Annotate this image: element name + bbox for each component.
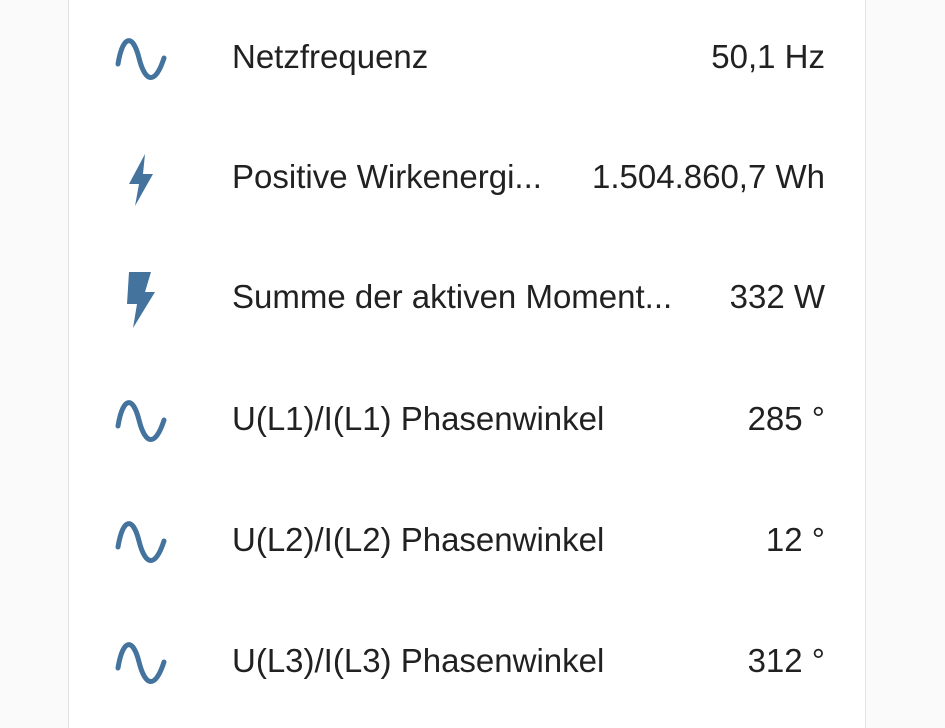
entity-value: 12 ° bbox=[765, 521, 825, 558]
entity-value: 1.504.860,7 Wh bbox=[592, 158, 825, 195]
sine-wave-icon bbox=[109, 28, 173, 92]
entity-name: Netzfrequenz bbox=[232, 38, 429, 75]
sine-wave-icon bbox=[109, 390, 173, 454]
entity-row-phasenwinkel-l2[interactable]: U(L2)/I(L2) Phasenwinkel 12 ° bbox=[69, 481, 865, 601]
flash-bold-icon bbox=[109, 268, 173, 332]
entity-value: 312 ° bbox=[747, 642, 825, 679]
entity-value: 332 W bbox=[729, 278, 825, 315]
entity-row-netzfrequenz[interactable]: Netzfrequenz 50,1 Hz bbox=[69, 0, 865, 118]
entity-name: U(L1)/I(L1) Phasenwinkel bbox=[232, 400, 605, 437]
sine-wave-icon bbox=[109, 632, 173, 696]
entity-value: 50,1 Hz bbox=[711, 38, 825, 75]
flash-icon bbox=[109, 148, 173, 212]
entity-row-phasenwinkel-l1[interactable]: U(L1)/I(L1) Phasenwinkel 285 ° bbox=[69, 360, 865, 480]
entity-name: U(L2)/I(L2) Phasenwinkel bbox=[232, 521, 605, 558]
entities-card: Netzfrequenz 50,1 Hz Positive Wirkenergi… bbox=[68, 0, 866, 728]
entity-row-positive-wirkenergie[interactable]: Positive Wirkenergi... 1.504.860,7 Wh bbox=[69, 118, 865, 238]
entity-name: Positive Wirkenergi... bbox=[232, 158, 542, 195]
entity-row-summe-momentanleistung[interactable]: Summe der aktiven Moment... 332 W bbox=[69, 238, 865, 358]
sine-wave-icon bbox=[109, 511, 173, 575]
entity-value: 285 ° bbox=[747, 400, 825, 437]
entity-row-phasenwinkel-l3[interactable]: U(L3)/I(L3) Phasenwinkel 312 ° bbox=[69, 602, 865, 722]
entity-name: U(L3)/I(L3) Phasenwinkel bbox=[232, 642, 605, 679]
entity-name: Summe der aktiven Moment... bbox=[232, 278, 673, 315]
